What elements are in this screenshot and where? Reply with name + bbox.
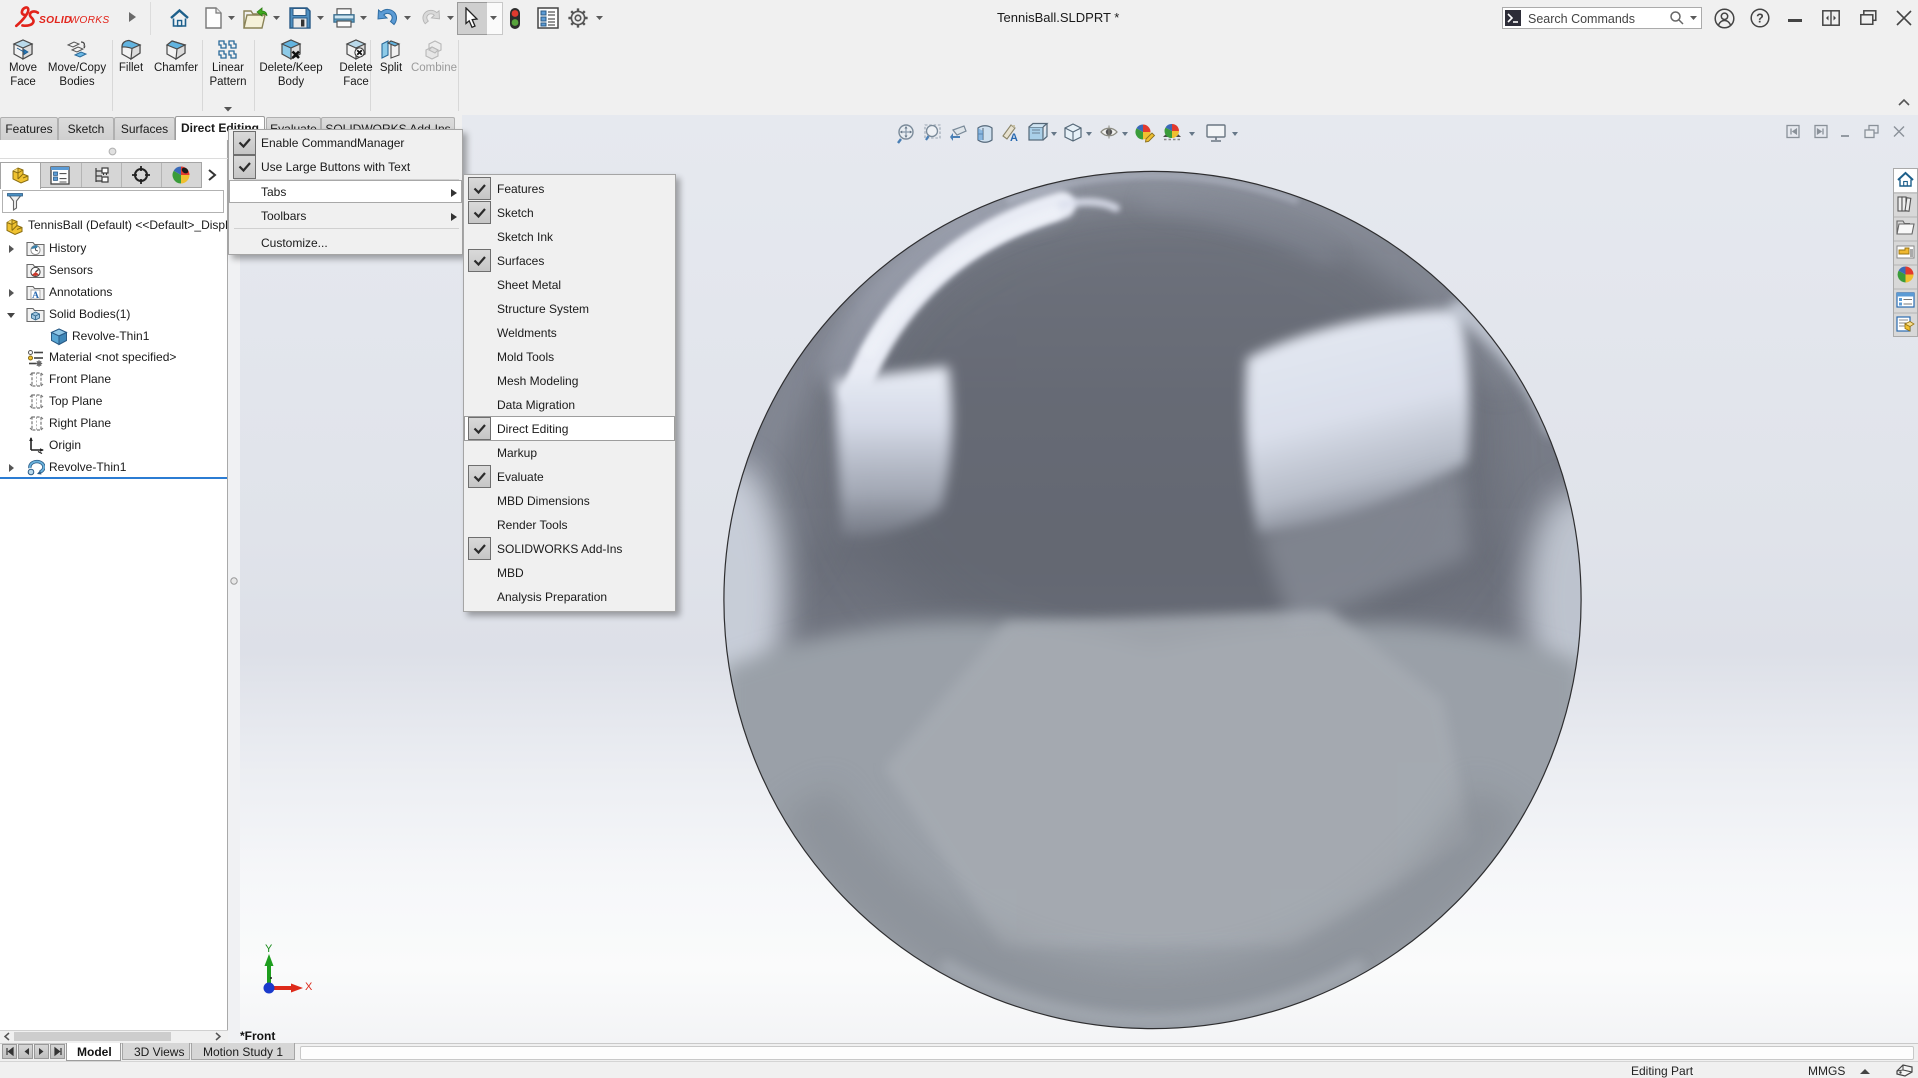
svg-text:Y: Y <box>265 943 273 955</box>
svg-text:SOLID: SOLID <box>39 15 72 26</box>
svg-text:WORKS: WORKS <box>70 15 110 26</box>
svg-text:A: A <box>1010 132 1018 144</box>
svg-text:A: A <box>32 291 39 301</box>
svg-text:?: ? <box>1756 12 1764 26</box>
svg-text:X: X <box>305 981 313 993</box>
